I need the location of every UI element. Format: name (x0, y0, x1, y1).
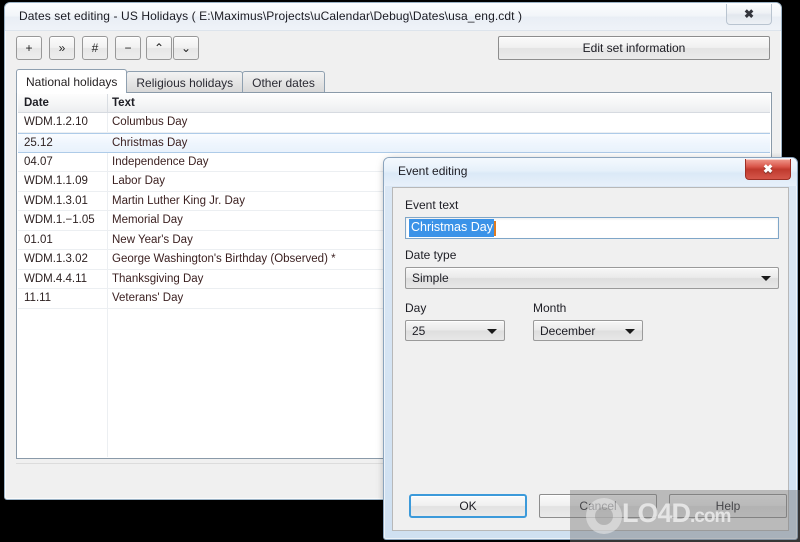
chevron-down-icon (487, 328, 497, 334)
event-text-label: Event text (405, 198, 459, 212)
window-title: Dates set editing - US Holidays ( E:\Max… (19, 9, 523, 23)
dialog-close-button[interactable]: ✖ (745, 159, 791, 180)
month-value: December (540, 323, 596, 338)
toolbar-remove-button[interactable]: − (115, 36, 141, 60)
column-divider[interactable] (107, 94, 108, 112)
cell-text: Thanksgiving Day (112, 272, 204, 285)
screen: Dates set editing - US Holidays ( E:\Max… (0, 0, 800, 542)
close-icon: ✖ (743, 7, 755, 21)
toolbar: + » # − ⌃ ⌄ Edit set information (5, 31, 781, 67)
toolbar-duplicate-button[interactable]: » (49, 36, 75, 60)
cell-date: 11.11 (24, 292, 52, 304)
date-type-select[interactable]: Simple (405, 267, 779, 289)
main-titlebar[interactable]: Dates set editing - US Holidays ( E:\Max… (5, 3, 781, 31)
toolbar-add-button[interactable]: + (16, 36, 42, 60)
chevron-down-icon (761, 276, 771, 281)
date-type-label: Date type (405, 248, 457, 262)
help-button[interactable]: Help (669, 494, 787, 518)
cell-date: WDM.4.4.11 (24, 272, 88, 285)
cell-text: Christmas Day (112, 136, 188, 149)
tab-national-holidays[interactable]: National holidays (16, 69, 128, 93)
cell-text: Memorial Day (112, 214, 183, 226)
cancel-button[interactable]: Cancel (539, 494, 657, 518)
month-select[interactable]: December (533, 320, 643, 341)
day-value: 25 (412, 323, 426, 338)
cell-text: George Washington's Birthday (Observed) … (112, 253, 336, 265)
event-text-value: Christmas Day (409, 219, 494, 237)
list-header: Date Text (18, 94, 770, 113)
day-select[interactable]: 25 (405, 320, 505, 341)
text-caret (493, 220, 496, 236)
tab-other-dates[interactable]: Other dates (242, 71, 325, 93)
cell-date: WDM.1.1.09 (24, 175, 88, 187)
column-header-text[interactable]: Text (112, 97, 135, 109)
tabstrip: National holidays Religious holidays Oth… (16, 69, 325, 93)
cell-date: 01.01 (24, 233, 53, 246)
table-row[interactable]: 25.12 Christmas Day (18, 132, 770, 153)
dialog-body: Event text Christmas Day Date type Simpl… (392, 187, 789, 531)
cell-date: WDM.1.3.02 (24, 253, 88, 265)
toolbar-move-up-button[interactable]: ⌃ (146, 36, 172, 60)
date-type-value: Simple (412, 271, 449, 285)
event-editing-dialog: Event editing ✖ Event text Christmas Day… (383, 157, 798, 540)
table-row[interactable]: WDM.1.2.10 Columbus Day (18, 113, 770, 133)
tab-religious-holidays[interactable]: Religious holidays (126, 71, 244, 93)
cell-text: Columbus Day (112, 116, 188, 128)
dialog-titlebar[interactable]: Event editing ✖ (384, 158, 797, 186)
cell-text: New Year's Day (112, 233, 193, 246)
cell-date: WDM.1.2.10 (24, 116, 88, 128)
event-text-input[interactable]: Christmas Day (405, 217, 779, 239)
chevron-down-icon (625, 328, 635, 334)
cell-text: Martin Luther King Jr. Day (112, 194, 245, 207)
close-window-button[interactable]: ✖ (726, 4, 772, 25)
toolbar-move-down-button[interactable]: ⌄ (173, 36, 199, 60)
month-label: Month (533, 301, 567, 315)
edit-set-information-button[interactable]: Edit set information (498, 36, 770, 60)
day-label: Day (405, 301, 427, 315)
cell-date: 25.12 (24, 136, 53, 149)
cell-text: Labor Day (112, 175, 166, 187)
cell-text: Veterans' Day (112, 292, 184, 304)
cell-date: WDM.1.3.01 (24, 194, 88, 207)
dialog-title: Event editing (398, 164, 468, 178)
cell-date: WDM.1.−1.05 (24, 214, 95, 226)
cell-date: 04.07 (24, 155, 53, 168)
toolbar-number-button[interactable]: # (82, 36, 108, 60)
column-header-date[interactable]: Date (24, 97, 49, 109)
close-icon: ✖ (762, 162, 774, 176)
ok-button[interactable]: OK (409, 494, 527, 518)
cell-text: Independence Day (112, 155, 209, 168)
